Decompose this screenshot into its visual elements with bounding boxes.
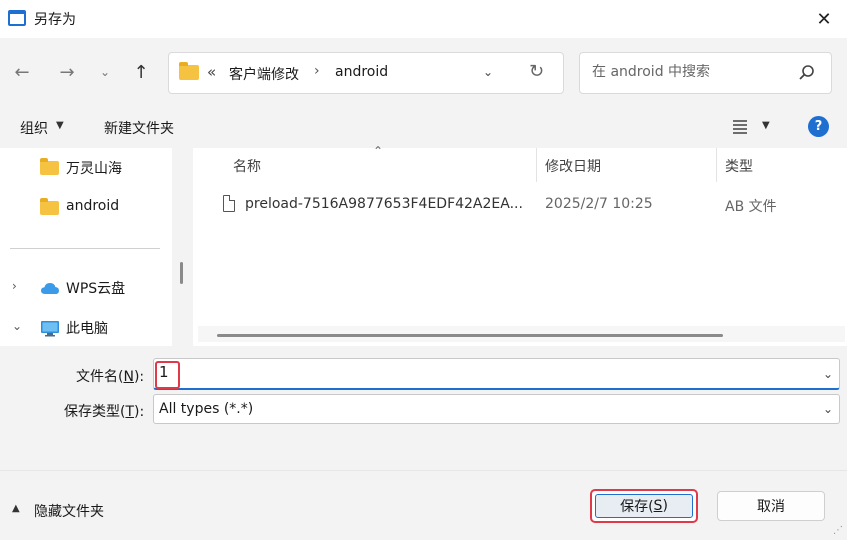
column-header-name[interactable]: 名称 — [233, 156, 261, 176]
navigation-pane: 万灵山海 android › WPS云盘 ⌄ 此电脑 — [0, 148, 172, 346]
chevron-down-icon: ⌄ — [822, 402, 833, 416]
filetype-label: 保存类型(T): — [64, 401, 144, 421]
filename-label-text: 文件名( — [76, 369, 124, 385]
sidebar-item-label: android — [66, 198, 120, 214]
address-dropdown-button[interactable]: ⌄ — [483, 65, 493, 79]
command-bar: 组织 ▼ 新建文件夹 ▼ ? — [0, 106, 847, 148]
close-icon: ✕ — [816, 8, 832, 30]
dialog-footer: ▲ 隐藏文件夹 保存(S) 取消 ⋰ — [0, 470, 847, 540]
caret-up-icon[interactable]: ▲ — [12, 503, 20, 514]
window-icon — [8, 10, 26, 26]
refresh-button[interactable]: ↻ — [529, 61, 544, 82]
sidebar-item-this-pc[interactable]: ⌄ 此电脑 — [0, 312, 172, 342]
computer-icon — [41, 321, 59, 337]
breadcrumb-item-android[interactable]: android — [335, 64, 388, 80]
filename-dropdown-button[interactable]: ⌄ — [823, 367, 833, 381]
address-bar[interactable]: « 客户端修改 › android ⌄ ↻ — [168, 52, 564, 94]
sidebar-item-wanling[interactable]: 万灵山海 — [0, 152, 172, 182]
filename-label-suffix: ): — [133, 369, 145, 385]
column-header-type[interactable]: 类型 — [725, 156, 753, 176]
filetype-dropdown-button[interactable]: ⌄ — [823, 402, 833, 416]
file-type: AB 文件 — [725, 199, 777, 215]
save-accesskey: S — [653, 498, 663, 514]
save-button-suffix: ) — [662, 498, 668, 514]
resize-grip-icon[interactable]: ⋰ — [833, 525, 843, 536]
filename-accesskey: N — [123, 369, 134, 385]
filetype-select[interactable]: All types (*.*) ⌄ — [153, 394, 840, 424]
file-date: 2025/2/7 10:25 — [545, 196, 653, 212]
sidebar-scrollbar-thumb[interactable] — [180, 262, 183, 284]
save-button-label: 保存( — [620, 499, 654, 515]
cloud-icon — [41, 283, 59, 294]
file-row[interactable]: preload-7516A9877653F4EDF42A2EA... 2025/… — [213, 190, 833, 220]
search-icon[interactable] — [796, 62, 818, 84]
navigation-bar: ← → ⌄ ↑ « 客户端修改 › android ⌄ ↻ — [0, 38, 847, 106]
file-list: ⌃ 名称 修改日期 类型 preload-7516A9877653F4EDF42… — [193, 144, 847, 346]
sidebar-scrollbar[interactable] — [174, 148, 190, 346]
sidebar-item-wps-cloud[interactable]: › WPS云盘 — [0, 272, 172, 302]
save-button-face[interactable]: 保存(S) — [595, 494, 693, 518]
organize-button[interactable]: 组织 — [20, 118, 48, 138]
sidebar-item-label: 此电脑 — [66, 321, 108, 337]
arrow-left-icon: ← — [14, 61, 30, 83]
filetype-label-text: 保存类型( — [64, 404, 126, 420]
recent-locations-button[interactable]: ⌄ — [91, 60, 119, 84]
chevron-right-icon[interactable]: › — [12, 279, 17, 293]
sidebar-divider — [10, 248, 160, 249]
arrow-right-icon: → — [59, 61, 75, 83]
sidebar-item-android[interactable]: android — [0, 192, 172, 222]
file-icon — [223, 195, 235, 212]
forward-button[interactable]: → — [53, 60, 81, 84]
folder-icon — [40, 158, 59, 175]
filetype-label-suffix: ): — [134, 404, 145, 420]
sidebar-item-label: 万灵山海 — [66, 161, 122, 177]
help-button[interactable]: ? — [808, 116, 829, 137]
save-button[interactable]: 保存(S) — [590, 489, 698, 523]
view-list-icon[interactable] — [732, 118, 748, 134]
browser-area: 万灵山海 android › WPS云盘 ⌄ 此电脑 ⌃ 名称 修改日期 类型 … — [0, 144, 847, 346]
filetype-accesskey: T — [125, 404, 135, 420]
caret-down-icon[interactable]: ▼ — [762, 120, 770, 131]
search-box[interactable] — [579, 52, 832, 94]
filetype-value: All types (*.*) — [159, 401, 254, 417]
folder-icon — [179, 62, 199, 80]
folder-icon — [40, 198, 59, 215]
horizontal-scrollbar-thumb[interactable] — [217, 334, 723, 337]
breadcrumb-item-client[interactable]: 客户端修改 — [229, 64, 299, 84]
cancel-button[interactable]: 取消 — [717, 491, 825, 521]
close-button[interactable]: ✕ — [801, 0, 847, 38]
chevron-down-icon: ⌄ — [822, 367, 833, 381]
up-button[interactable]: ↑ — [127, 60, 155, 84]
chevron-down-icon[interactable]: ⌄ — [12, 319, 22, 333]
breadcrumb-separator[interactable]: › — [314, 63, 320, 79]
title-bar: 另存为 ✕ — [0, 0, 847, 38]
search-input[interactable] — [592, 64, 792, 80]
column-resize-handle[interactable] — [716, 148, 717, 182]
column-resize-handle[interactable] — [536, 148, 537, 182]
new-folder-button[interactable]: 新建文件夹 — [104, 118, 174, 138]
sidebar-item-label: WPS云盘 — [66, 281, 126, 297]
chevron-down-icon: ⌄ — [99, 65, 111, 79]
column-header-date[interactable]: 修改日期 — [545, 156, 601, 176]
sort-ascending-icon: ⌃ — [373, 144, 384, 158]
save-options: 文件名(N): 1 ⌄ 保存类型(T): All types (*.*) ⌄ — [0, 346, 847, 470]
back-button[interactable]: ← — [8, 60, 36, 84]
window-title: 另存为 — [34, 12, 76, 28]
file-name: preload-7516A9877653F4EDF42A2EA... — [245, 196, 523, 212]
filename-label: 文件名(N): — [76, 366, 144, 386]
filename-field[interactable]: 1 ⌄ — [153, 358, 840, 390]
filename-value[interactable]: 1 — [159, 363, 169, 381]
caret-down-icon[interactable]: ▼ — [56, 120, 64, 131]
breadcrumb-overflow[interactable]: « — [207, 63, 216, 81]
hide-folders-toggle[interactable]: 隐藏文件夹 — [34, 501, 104, 521]
arrow-up-icon: ↑ — [133, 61, 149, 83]
refresh-icon: ↻ — [529, 61, 545, 82]
chevron-down-icon: ⌄ — [483, 65, 494, 79]
